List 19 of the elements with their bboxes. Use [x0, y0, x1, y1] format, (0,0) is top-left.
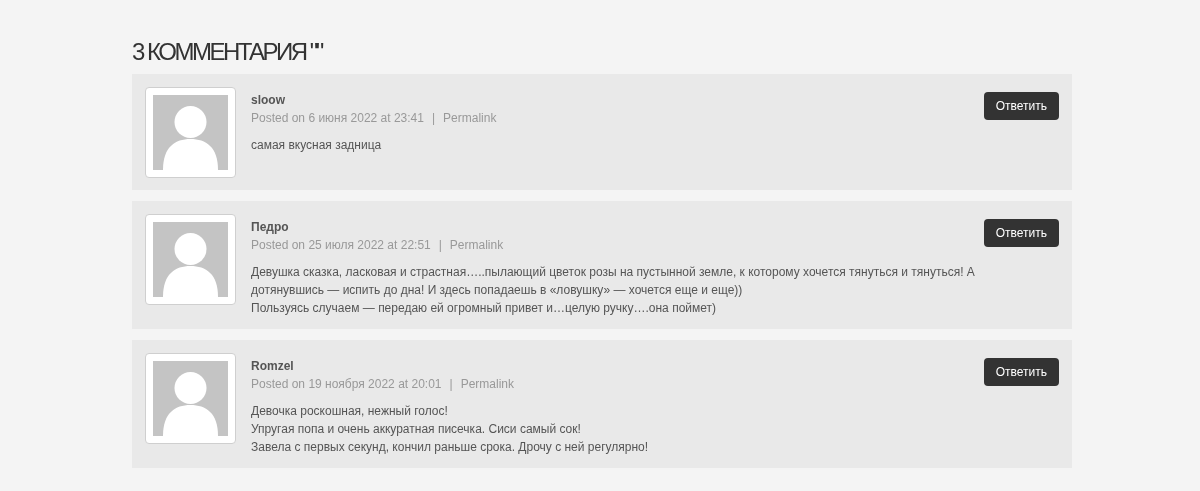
- reply-button[interactable]: Ответить: [983, 92, 1059, 120]
- meta-separator: |: [438, 238, 442, 253]
- comments-heading: 3 КОММЕНТАРИЯ "": [132, 38, 324, 66]
- comment-author: Romzel: [251, 359, 295, 374]
- comment-date: Posted on 25 июля 2022 at 22:51: [251, 238, 431, 253]
- comment-author: sloow: [251, 93, 286, 108]
- comment-date: Posted on 19 ноября 2022 at 20:01: [251, 377, 442, 392]
- reply-button[interactable]: Ответить: [983, 358, 1059, 386]
- comment-date: Posted on 6 июня 2022 at 23:41: [251, 111, 424, 126]
- reply-button[interactable]: Ответить: [983, 219, 1059, 247]
- meta-separator: |: [431, 111, 436, 126]
- user-silhouette-icon: [153, 95, 228, 170]
- comment-text: самая вкусная задница: [251, 137, 383, 154]
- comment-text: Девушка сказка, ласковая и страстная…..пылающий цветок розы на пустынной земле, к которому хочется тянуться и тянуться! А дотянувшись — испить до дна! И здесь попадаешь в «ловушку» — хочется еще и еще)) Пользуясь случаем — передаю ей огромный привет и…целую ручку….она поймет): [251, 264, 976, 317]
- user-silhouette-icon: [153, 222, 228, 297]
- meta-separator: |: [449, 377, 453, 392]
- user-silhouette-icon: [153, 361, 228, 436]
- comment-text: Девочка роскошная, нежный голос! Упругая попа и очень аккуратная писечка. Сиси самый сок! Завела с первых секунд, кончил раньше срока. Дрочу с ней регулярно!: [251, 403, 650, 456]
- comment-author: Педро: [251, 220, 290, 235]
